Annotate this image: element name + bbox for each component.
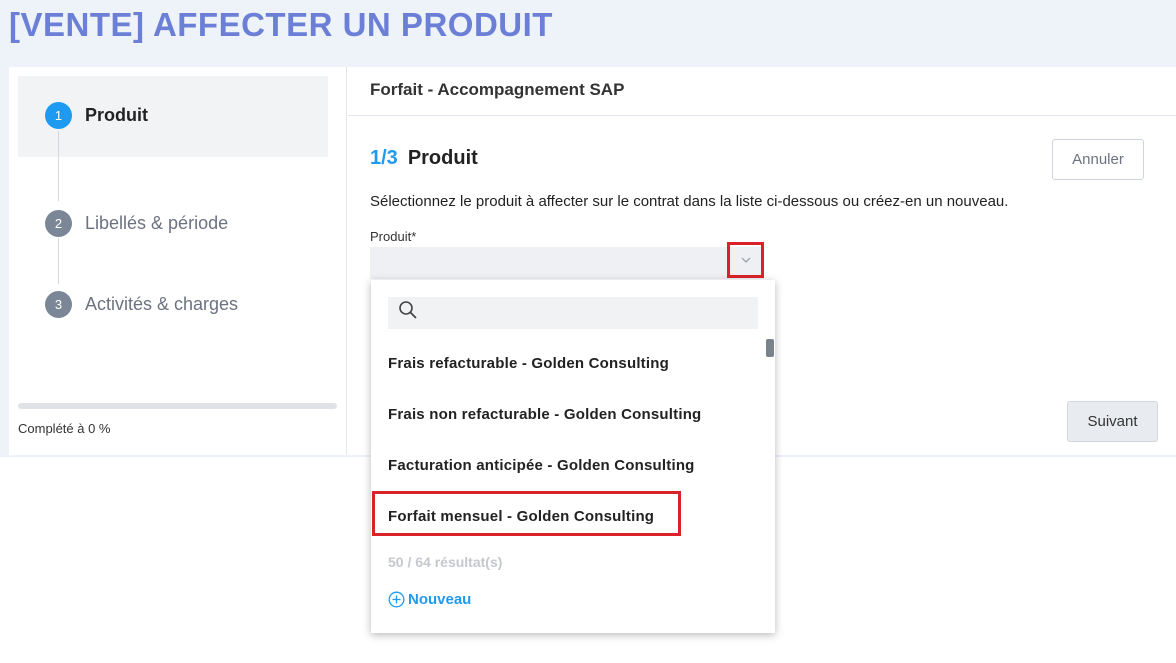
step-activites-charges[interactable]: 3 Activités & charges	[45, 291, 238, 318]
instruction-text: Sélectionnez le produit à affecter sur l…	[370, 193, 1009, 210]
search-icon	[399, 301, 417, 319]
dropdown-option[interactable]: Frais non refacturable - Golden Consulti…	[388, 406, 701, 423]
step-connector	[58, 131, 59, 201]
result-count: 50 / 64 résultat(s)	[388, 554, 503, 570]
chevron-down-icon[interactable]	[727, 242, 764, 278]
progress-bar	[18, 403, 337, 409]
product-select[interactable]	[370, 247, 764, 279]
dropdown-scrollbar[interactable]	[766, 339, 774, 357]
page-title: [VENTE] AFFECTER UN PRODUIT	[9, 6, 553, 43]
step-libelles-periode[interactable]: 2 Libellés & période	[45, 210, 228, 237]
step-name: Produit	[407, 147, 478, 169]
plus-circle-icon	[388, 591, 405, 608]
step-label: Activités & charges	[85, 294, 239, 314]
option-highlight-box	[372, 491, 681, 536]
progress-label: Complété à 0 %	[18, 421, 111, 436]
step-number: 3	[45, 291, 72, 318]
step-label: Produit	[85, 105, 148, 125]
next-button[interactable]: Suivant	[1067, 401, 1158, 442]
step-heading: 1/3 Produit	[370, 147, 478, 170]
step-fraction: 1/3	[370, 147, 398, 169]
dropdown-search-input[interactable]	[388, 297, 758, 329]
new-product-link[interactable]: Nouveau	[388, 591, 471, 608]
cancel-button[interactable]: Annuler	[1052, 139, 1144, 180]
step-produit[interactable]: 1 Produit	[45, 102, 148, 129]
step-number: 1	[45, 102, 72, 129]
dropdown-option[interactable]: Frais refacturable - Golden Consulting	[388, 355, 669, 372]
step-label: Libellés & période	[85, 213, 229, 233]
product-field-label: Produit*	[370, 229, 417, 244]
dropdown-option[interactable]: Facturation anticipée - Golden Consultin…	[388, 457, 695, 474]
step-number: 2	[45, 210, 72, 237]
new-product-label: Nouveau	[408, 591, 472, 608]
contract-title: Forfait - Accompagnement SAP	[370, 80, 625, 99]
step-connector	[58, 238, 59, 284]
